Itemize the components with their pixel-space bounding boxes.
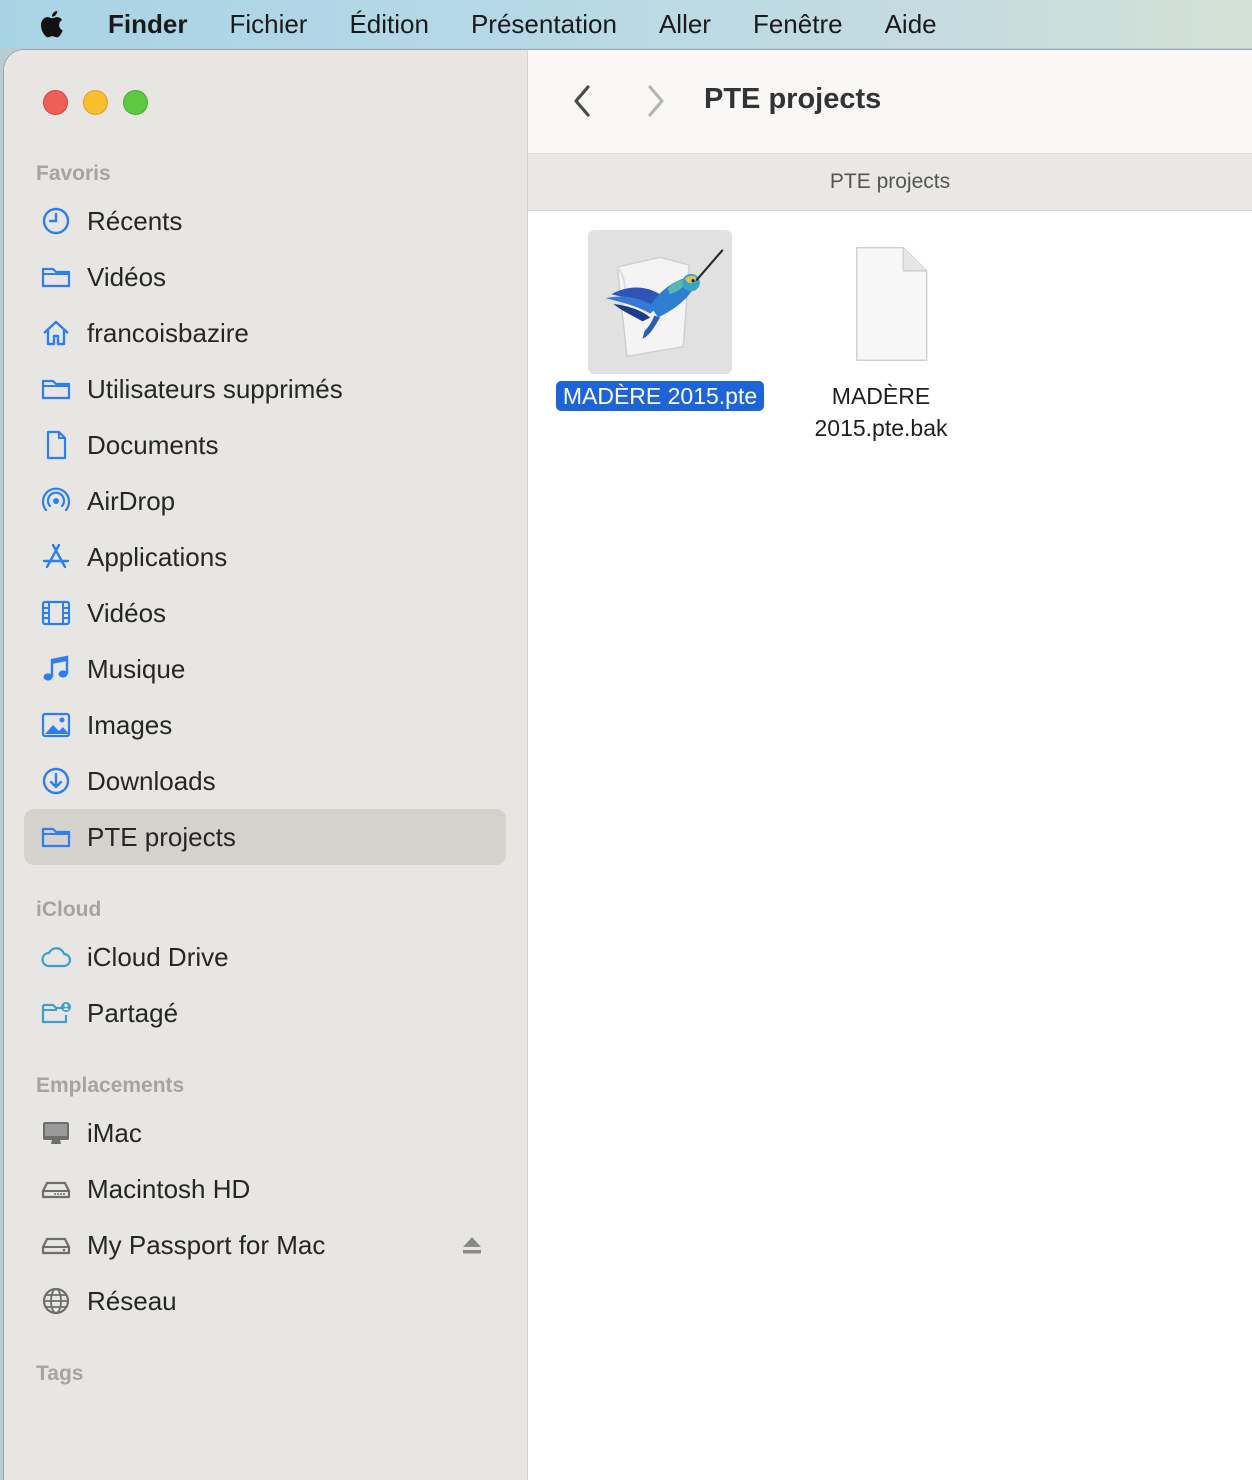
sidebar-item-videos-folder[interactable]: Vidéos [24,249,506,305]
close-button[interactable] [43,90,68,115]
sidebar-item-label: My Passport for Mac [87,1229,326,1260]
sidebar-item-label: Musique [87,653,186,684]
sidebar-item-utilisateurs-supprimes[interactable]: Utilisateurs supprimés [24,361,506,417]
sidebar: Favoris Récents Vidéos francoisbazire Ut… [4,50,528,1480]
section-title-emplacements: Emplacements [36,1074,185,1097]
file-browser: MADÈRE 2015.pte MADÈRE 2015.pte.bak [528,211,1252,1480]
sidebar-item-downloads[interactable]: Downloads [24,753,506,809]
sidebar-item-label: Vidéos [87,261,167,292]
sidebar-item-label: Partagé [87,997,179,1028]
sidebar-item-label: Images [87,709,173,740]
film-icon [38,595,74,631]
menu-aller[interactable]: Aller [659,9,711,40]
sidebar-item-my-passport[interactable]: My Passport for Mac [24,1217,506,1273]
imac-icon [38,1115,74,1151]
menu-bar: Finder Fichier Édition Présentation Alle… [0,0,1252,48]
sidebar-item-label: Downloads [87,765,216,796]
file-item-madere-pte[interactable]: MADÈRE 2015.pte [548,230,772,412]
menu-edition[interactable]: Édition [349,9,429,40]
back-chevron-icon[interactable] [568,82,598,120]
file-name-label[interactable]: MADÈRE 2015.pte [555,381,765,411]
sidebar-item-documents[interactable]: Documents [24,417,506,473]
forward-chevron-icon[interactable] [640,82,670,120]
sidebar-item-partage[interactable]: Partagé [24,985,506,1041]
window-title: PTE projects [704,83,882,115]
menu-fenetre[interactable]: Fenêtre [753,9,843,40]
sidebar-item-recents[interactable]: Récents [24,193,506,249]
external-drive-icon [38,1227,74,1263]
path-bar-label: PTE projects [829,170,951,193]
folder-icon [38,259,74,295]
file-name-label-line2: 2015.pte.bak [814,415,948,441]
menu-aide[interactable]: Aide [885,9,937,40]
minimize-button[interactable] [83,90,108,115]
menu-fichier[interactable]: Fichier [229,9,307,40]
applications-icon [38,539,74,575]
sidebar-item-icloud-drive[interactable]: iCloud Drive [24,929,506,985]
sidebar-item-images[interactable]: Images [24,697,506,753]
pte-hummingbird-icon [588,230,732,374]
network-globe-icon [38,1283,74,1319]
file-name-label-line1: MADÈRE [831,383,931,409]
section-title-icloud: iCloud [36,898,102,921]
sidebar-item-pte-projects[interactable]: PTE projects [24,809,506,865]
sidebar-item-label: iCloud Drive [87,941,229,972]
sidebar-item-label: Vidéos [87,597,167,628]
folder-icon [38,819,74,855]
sidebar-item-videos[interactable]: Vidéos [24,585,506,641]
sidebar-item-imac[interactable]: iMac [24,1105,506,1161]
airdrop-icon [38,483,74,519]
sidebar-item-label: AirDrop [87,485,176,516]
sidebar-item-airdrop[interactable]: AirDrop [24,473,506,529]
sidebar-item-label: iMac [87,1117,142,1148]
toolbar: PTE projects [528,50,1252,154]
sidebar-item-label: Récents [87,205,183,236]
sidebar-item-macintosh-hd[interactable]: Macintosh HD [24,1161,506,1217]
shared-folder-icon [38,995,74,1031]
apple-logo-icon[interactable] [38,9,82,39]
document-icon [38,427,74,463]
section-title-favoris: Favoris [36,162,111,185]
path-bar: PTE projects [528,154,1252,211]
sidebar-item-musique[interactable]: Musique [24,641,506,697]
photo-icon [38,707,74,743]
sidebar-item-label: Réseau [87,1285,177,1316]
file-item-madere-bak[interactable]: MADÈRE 2015.pte.bak [769,230,993,444]
section-title-tags: Tags [36,1362,84,1385]
sidebar-item-label: Utilisateurs supprimés [87,373,343,404]
blank-document-icon [809,230,953,374]
download-icon [38,763,74,799]
zoom-button[interactable] [123,90,148,115]
window-controls [43,90,148,115]
menu-finder[interactable]: Finder [108,9,187,40]
sidebar-item-label: Documents [87,429,219,460]
music-note-icon [38,651,74,687]
home-icon [38,315,74,351]
sidebar-item-label: francoisbazire [87,317,249,348]
sidebar-item-label: PTE projects [87,821,236,852]
folder-icon [38,371,74,407]
finder-window: Favoris Récents Vidéos francoisbazire Ut… [4,50,1252,1480]
sidebar-item-home[interactable]: francoisbazire [24,305,506,361]
sidebar-item-reseau[interactable]: Réseau [24,1273,506,1329]
hard-drive-icon [38,1171,74,1207]
sidebar-item-label: Applications [87,541,228,572]
menu-presentation[interactable]: Présentation [471,9,617,40]
clock-icon [38,203,74,239]
sidebar-item-label: Macintosh HD [87,1173,251,1204]
cloud-icon [38,939,74,975]
sidebar-item-applications[interactable]: Applications [24,529,506,585]
eject-icon[interactable] [460,1233,484,1257]
